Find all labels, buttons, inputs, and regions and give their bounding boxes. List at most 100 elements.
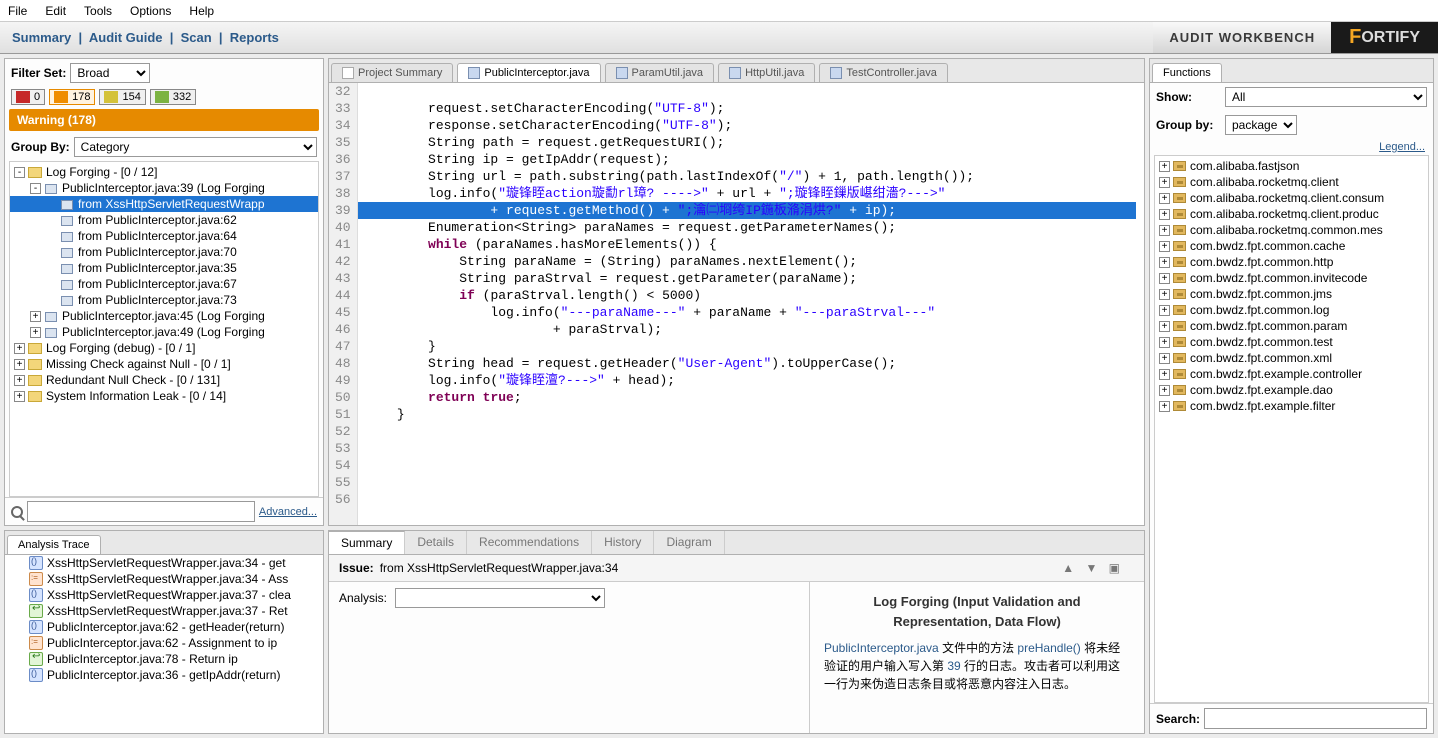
tree-expander-icon[interactable]: + bbox=[14, 343, 25, 354]
tree-expander-icon[interactable]: + bbox=[1159, 257, 1170, 268]
tree-expander-icon[interactable]: + bbox=[1159, 385, 1170, 396]
tree-expander-icon[interactable]: + bbox=[1159, 337, 1170, 348]
toolbar-scan[interactable]: Scan bbox=[181, 30, 212, 45]
packages-tree[interactable]: +com.alibaba.fastjson+com.alibaba.rocket… bbox=[1154, 155, 1429, 703]
tree-expander-icon[interactable]: + bbox=[1159, 369, 1170, 380]
menu-options[interactable]: Options bbox=[130, 4, 171, 18]
package-item[interactable]: +com.bwdz.fpt.common.test bbox=[1155, 334, 1428, 350]
tree-expander-icon[interactable]: - bbox=[14, 167, 25, 178]
severity-critical[interactable]: 0 bbox=[11, 89, 45, 105]
trace-item[interactable]: PublicInterceptor.java:62 - getHeader(re… bbox=[5, 619, 323, 635]
tree-expander-icon[interactable]: + bbox=[1159, 161, 1170, 172]
tree-item[interactable]: +PublicInterceptor.java:45 (Log Forging bbox=[10, 308, 318, 324]
severity-medium[interactable]: 154 bbox=[99, 89, 145, 105]
tree-item[interactable]: +PublicInterceptor.java:49 (Log Forging bbox=[10, 324, 318, 340]
editor-tab[interactable]: Project Summary bbox=[331, 63, 453, 82]
tree-expander-icon[interactable]: + bbox=[14, 359, 25, 370]
details-tab[interactable]: Summary bbox=[329, 531, 405, 554]
code-area[interactable]: 3233343536373839404142434445464748495051… bbox=[329, 83, 1144, 525]
package-item[interactable]: +com.bwdz.fpt.example.controller bbox=[1155, 366, 1428, 382]
menu-edit[interactable]: Edit bbox=[45, 4, 66, 18]
advanced-link[interactable]: Advanced... bbox=[259, 506, 317, 518]
package-item[interactable]: +com.bwdz.fpt.common.xml bbox=[1155, 350, 1428, 366]
tree-expander-icon[interactable]: + bbox=[1159, 353, 1170, 364]
desc-line-link[interactable]: 39 bbox=[947, 659, 960, 673]
tree-item[interactable]: from PublicInterceptor.java:67 bbox=[10, 276, 318, 292]
issues-search-input[interactable] bbox=[27, 501, 255, 522]
trace-item[interactable]: XssHttpServletRequestWrapper.java:34 - g… bbox=[5, 555, 323, 571]
functions-groupby-select[interactable]: package bbox=[1225, 115, 1297, 135]
tree-item[interactable]: from PublicInterceptor.java:35 bbox=[10, 260, 318, 276]
tree-expander-icon[interactable]: + bbox=[1159, 225, 1170, 236]
package-item[interactable]: +com.bwdz.fpt.common.param bbox=[1155, 318, 1428, 334]
main-menubar[interactable]: File Edit Tools Options Help bbox=[0, 0, 1438, 22]
package-item[interactable]: +com.alibaba.rocketmq.client bbox=[1155, 174, 1428, 190]
tree-item[interactable]: +Missing Check against Null - [0 / 1] bbox=[10, 356, 318, 372]
tree-expander-icon[interactable]: + bbox=[1159, 241, 1170, 252]
functions-search-input[interactable] bbox=[1204, 708, 1427, 729]
tree-item[interactable]: -Log Forging - [0 / 12] bbox=[10, 164, 318, 180]
tree-item[interactable]: from PublicInterceptor.java:64 bbox=[10, 228, 318, 244]
filter-set-select[interactable]: Broad bbox=[70, 63, 150, 83]
tree-expander-icon[interactable]: + bbox=[1159, 289, 1170, 300]
details-tab[interactable]: Details bbox=[405, 531, 467, 554]
functions-tab[interactable]: Functions bbox=[1152, 63, 1222, 82]
desc-method-link[interactable]: preHandle() bbox=[1017, 641, 1080, 655]
tree-item[interactable]: from PublicInterceptor.java:73 bbox=[10, 292, 318, 308]
package-item[interactable]: +com.alibaba.rocketmq.client.consum bbox=[1155, 190, 1428, 206]
tree-item[interactable]: -PublicInterceptor.java:39 (Log Forging bbox=[10, 180, 318, 196]
package-item[interactable]: +com.bwdz.fpt.common.http bbox=[1155, 254, 1428, 270]
tree-expander-icon[interactable]: + bbox=[14, 375, 25, 386]
trace-item[interactable]: XssHttpServletRequestWrapper.java:34 - A… bbox=[5, 571, 323, 587]
analysis-trace-tab[interactable]: Analysis Trace bbox=[7, 535, 101, 554]
menu-tools[interactable]: Tools bbox=[84, 4, 112, 18]
nav-arrows[interactable]: ▲ ▼ ▣ bbox=[1062, 561, 1134, 575]
trace-item[interactable]: PublicInterceptor.java:36 - getIpAddr(re… bbox=[5, 667, 323, 683]
tree-item[interactable]: from PublicInterceptor.java:70 bbox=[10, 244, 318, 260]
tree-item[interactable]: +System Information Leak - [0 / 14] bbox=[10, 388, 318, 404]
details-tab[interactable]: Recommendations bbox=[467, 531, 592, 554]
details-tab[interactable]: Diagram bbox=[654, 531, 724, 554]
package-item[interactable]: +com.alibaba.rocketmq.client.produc bbox=[1155, 206, 1428, 222]
tree-item[interactable]: +Redundant Null Check - [0 / 131] bbox=[10, 372, 318, 388]
menu-file[interactable]: File bbox=[8, 4, 27, 18]
trace-item[interactable]: PublicInterceptor.java:78 - Return ip bbox=[5, 651, 323, 667]
trace-item[interactable]: XssHttpServletRequestWrapper.java:37 - R… bbox=[5, 603, 323, 619]
toolbar-audit-guide[interactable]: Audit Guide bbox=[89, 30, 163, 45]
legend-link[interactable]: Legend... bbox=[1150, 139, 1433, 155]
package-item[interactable]: +com.bwdz.fpt.common.jms bbox=[1155, 286, 1428, 302]
menu-help[interactable]: Help bbox=[189, 4, 214, 18]
desc-file-link[interactable]: PublicInterceptor.java bbox=[824, 641, 939, 655]
trace-item[interactable]: PublicInterceptor.java:62 - Assignment t… bbox=[5, 635, 323, 651]
tree-expander-icon[interactable]: + bbox=[1159, 209, 1170, 220]
tree-expander-icon[interactable]: + bbox=[30, 327, 41, 338]
tree-expander-icon[interactable]: + bbox=[1159, 305, 1170, 316]
tree-expander-icon[interactable]: + bbox=[1159, 177, 1170, 188]
tree-expander-icon[interactable]: + bbox=[1159, 273, 1170, 284]
tree-expander-icon[interactable]: - bbox=[30, 183, 41, 194]
tree-item[interactable]: +Log Forging (debug) - [0 / 1] bbox=[10, 340, 318, 356]
tree-item[interactable]: from PublicInterceptor.java:62 bbox=[10, 212, 318, 228]
code-lines[interactable]: request.setCharacterEncoding("UTF-8"); r… bbox=[358, 83, 1144, 525]
tree-expander-icon[interactable]: + bbox=[1159, 401, 1170, 412]
package-item[interactable]: +com.alibaba.fastjson bbox=[1155, 158, 1428, 174]
editor-tab[interactable]: PublicInterceptor.java bbox=[457, 63, 600, 82]
tree-expander-icon[interactable]: + bbox=[1159, 321, 1170, 332]
trace-item[interactable]: XssHttpServletRequestWrapper.java:37 - c… bbox=[5, 587, 323, 603]
details-tab[interactable]: History bbox=[592, 531, 654, 554]
functions-show-select[interactable]: All bbox=[1225, 87, 1427, 107]
group-by-select[interactable]: Category bbox=[74, 137, 317, 157]
package-item[interactable]: +com.bwdz.fpt.example.dao bbox=[1155, 382, 1428, 398]
severity-high[interactable]: 178 bbox=[49, 89, 95, 105]
trace-list[interactable]: XssHttpServletRequestWrapper.java:34 - g… bbox=[5, 555, 323, 733]
editor-tab[interactable]: ParamUtil.java bbox=[605, 63, 715, 82]
tree-expander-icon[interactable]: + bbox=[30, 311, 41, 322]
toolbar-reports[interactable]: Reports bbox=[230, 30, 279, 45]
package-item[interactable]: +com.alibaba.rocketmq.common.mes bbox=[1155, 222, 1428, 238]
tree-expander-icon[interactable]: + bbox=[1159, 193, 1170, 204]
editor-tab[interactable]: HttpUtil.java bbox=[718, 63, 815, 82]
toolbar-summary[interactable]: Summary bbox=[12, 30, 71, 45]
issues-tree[interactable]: -Log Forging - [0 / 12]-PublicIntercepto… bbox=[9, 161, 319, 497]
analysis-select[interactable] bbox=[395, 588, 605, 608]
tree-expander-icon[interactable]: + bbox=[14, 391, 25, 402]
